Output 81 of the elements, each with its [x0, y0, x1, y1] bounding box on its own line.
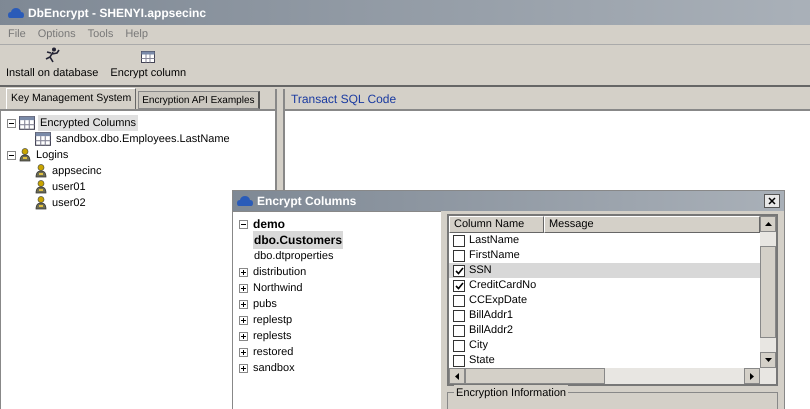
checkbox[interactable] — [453, 340, 465, 352]
collapse-toggle[interactable] — [7, 150, 16, 160]
tree-item[interactable]: pubs — [252, 296, 278, 312]
collapse-toggle[interactable] — [7, 118, 16, 128]
column-name: City — [469, 338, 488, 354]
checkbox[interactable] — [453, 324, 465, 336]
running-figure-icon — [43, 46, 62, 62]
expand-toggle[interactable] — [239, 300, 248, 308]
horizontal-scrollbar[interactable] — [449, 368, 776, 384]
checkbox[interactable] — [453, 280, 465, 292]
panel-title: Transact SQL Code — [291, 91, 396, 108]
checkbox[interactable] — [453, 250, 465, 262]
user-icon — [35, 180, 47, 194]
checkbox[interactable] — [453, 354, 465, 366]
tree-item[interactable]: demo — [252, 215, 286, 233]
checkbox[interactable] — [453, 310, 465, 322]
scroll-right-icon[interactable] — [750, 372, 754, 380]
tree-item[interactable]: dbo.dtproperties — [253, 248, 334, 264]
window-title: DbEncrypt - SHENYI.appsecinc — [28, 4, 206, 22]
column-row[interactable]: BillAddr1 — [449, 308, 760, 323]
column-row[interactable]: LastName — [449, 233, 760, 248]
checkbox[interactable] — [453, 264, 465, 276]
grid-icon — [35, 132, 51, 146]
grid-icon — [19, 116, 35, 130]
tree-item[interactable]: replests — [252, 328, 293, 344]
column-row[interactable]: FirstName — [449, 248, 760, 263]
group-title: Encryption Information — [454, 385, 568, 402]
user-icon — [35, 164, 47, 178]
grid-icon — [141, 50, 156, 62]
expand-toggle[interactable] — [239, 316, 248, 324]
tree-item[interactable]: distribution — [252, 264, 308, 280]
column-row[interactable]: CreditCardNo — [449, 278, 760, 293]
tree-item[interactable]: Logins — [34, 146, 70, 164]
column-name: BillAddr2 — [469, 323, 514, 338]
column-row[interactable]: City — [449, 338, 760, 353]
column-row[interactable]: State — [449, 353, 760, 368]
expand-toggle[interactable] — [239, 364, 248, 372]
tree-item[interactable]: Northwind — [252, 280, 304, 296]
close-icon — [768, 197, 776, 205]
expand-toggle[interactable] — [239, 268, 248, 276]
column-name: CreditCardNo — [469, 278, 536, 294]
column-name: State — [469, 353, 495, 368]
toolbar-button[interactable]: Encrypt column — [108, 50, 188, 81]
checkbox[interactable] — [453, 294, 465, 306]
expand-toggle[interactable] — [239, 284, 248, 292]
tree-item[interactable]: user02 — [50, 194, 88, 212]
column-name: FirstName — [469, 248, 520, 264]
column-name: BillAddr1 — [469, 308, 514, 324]
column-name: LastName — [469, 233, 520, 248]
tree-item[interactable]: sandbox — [252, 360, 296, 376]
user-icon — [19, 148, 31, 162]
expand-toggle[interactable] — [239, 332, 248, 340]
scroll-up-icon[interactable] — [764, 222, 772, 226]
tree-item[interactable]: appsecinc — [50, 162, 104, 180]
column-row[interactable]: SSN — [449, 263, 760, 278]
tab[interactable]: Encryption API Examples — [138, 91, 260, 109]
close-button[interactable] — [764, 194, 780, 208]
tree-item[interactable]: user01 — [50, 178, 88, 196]
dialog-logo-icon — [237, 195, 253, 207]
checkbox[interactable] — [453, 234, 465, 246]
user-icon — [35, 196, 47, 210]
expand-toggle[interactable] — [239, 348, 248, 356]
toolbar-button[interactable]: Install on database — [4, 46, 100, 81]
collapse-toggle[interactable] — [239, 220, 248, 228]
scroll-down-icon[interactable] — [764, 358, 772, 362]
tree-item[interactable]: dbo.Customers — [253, 231, 344, 249]
column-row[interactable]: CCExpDate — [449, 293, 760, 308]
tree-item[interactable]: sandbox.dbo.Employees.LastName — [54, 130, 232, 148]
column-row[interactable]: BillAddr2 — [449, 323, 760, 338]
column-name: CCExpDate — [469, 293, 528, 308]
column-header[interactable]: Column Name — [449, 216, 544, 233]
tree-item[interactable]: restored — [252, 344, 294, 360]
dialog-title: Encrypt Columns — [257, 193, 358, 210]
tree-item[interactable]: Encrypted Columns — [38, 114, 138, 132]
column-name: SSN — [469, 263, 492, 278]
scroll-left-icon[interactable] — [455, 372, 459, 380]
tab[interactable]: Key Management System — [6, 88, 136, 109]
tree-item[interactable]: replestp — [252, 312, 294, 328]
app-logo-icon — [8, 6, 24, 18]
column-header[interactable]: Message — [544, 216, 760, 233]
vertical-scrollbar[interactable] — [760, 216, 776, 368]
